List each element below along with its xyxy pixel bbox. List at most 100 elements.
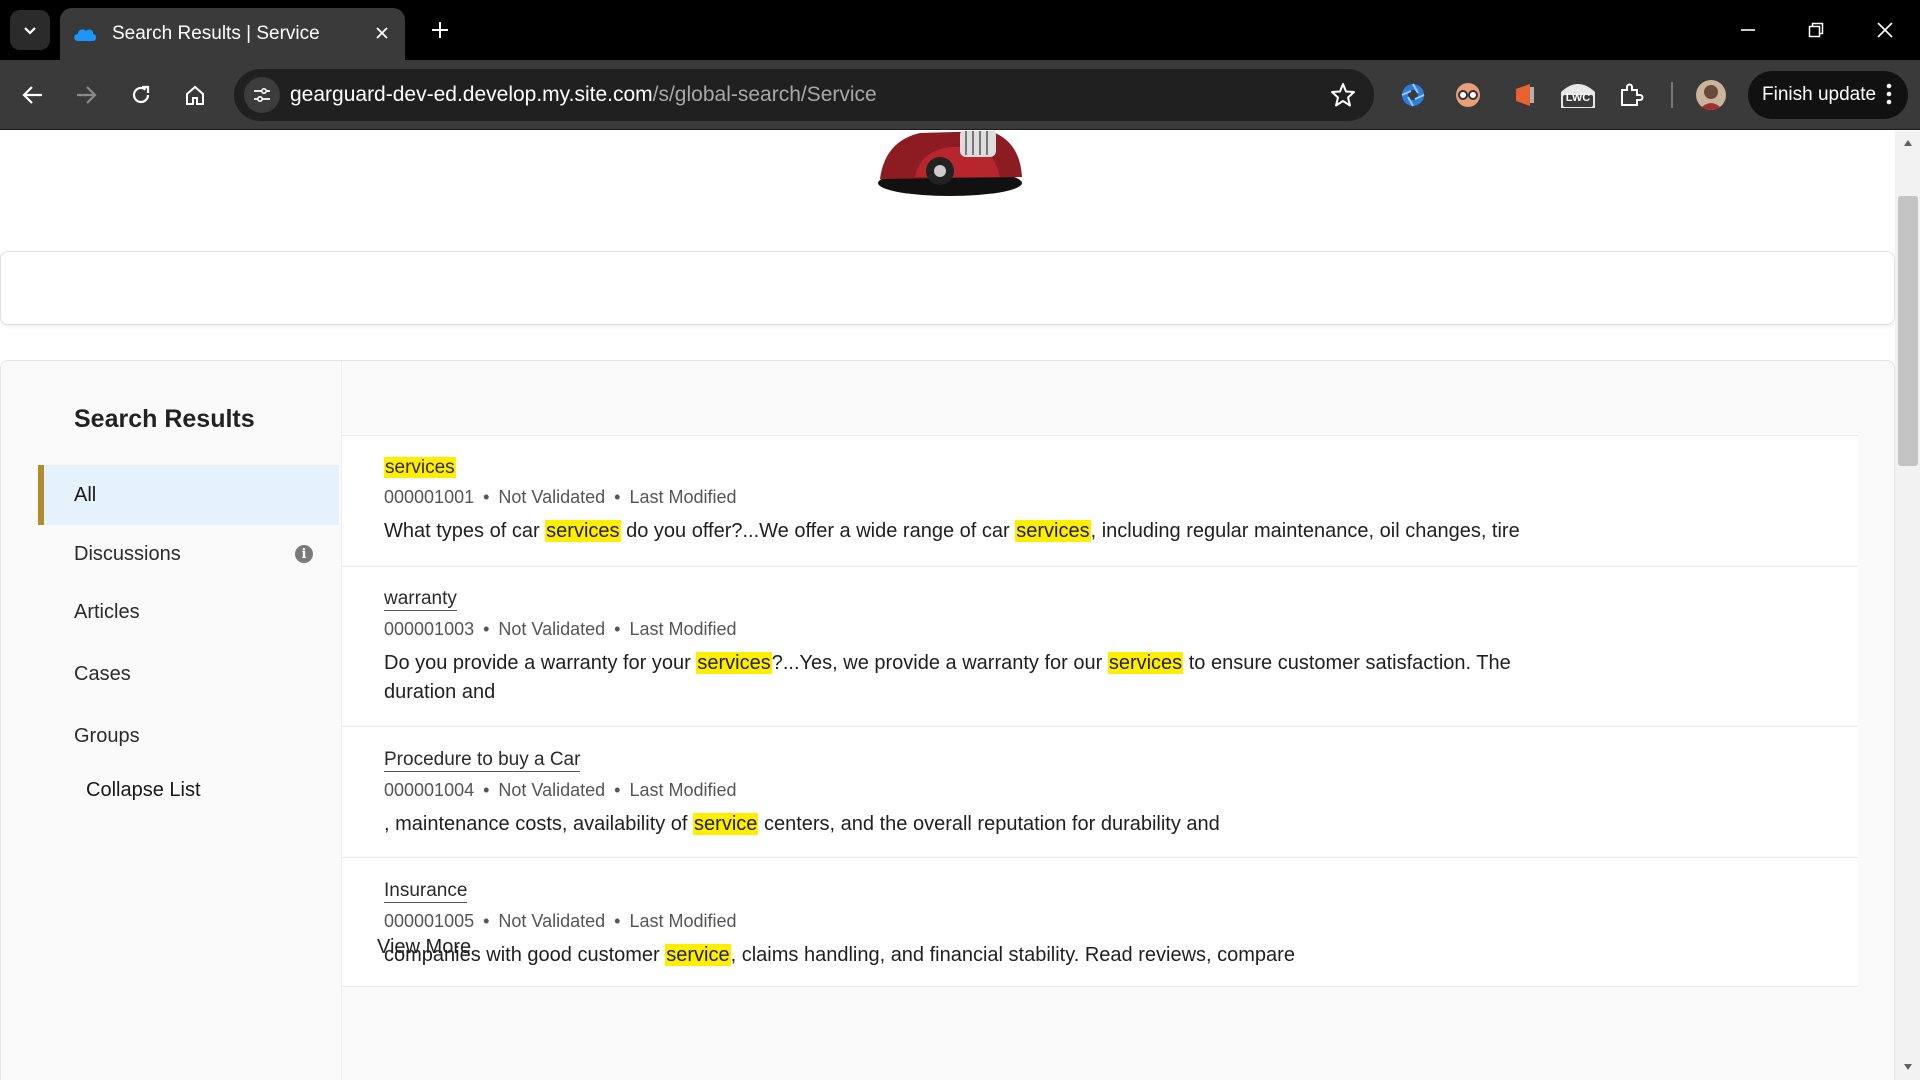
last-modified: Last Modified: [629, 780, 737, 800]
nav-item-label: Articles: [74, 600, 140, 623]
extension-aperture-icon[interactable]: [1395, 77, 1431, 113]
result-title-link[interactable]: Insurance: [384, 880, 468, 903]
tab-close-button[interactable]: [371, 22, 393, 44]
tab-search-menu-button[interactable]: [10, 10, 50, 50]
snippet-text: , claims handling, and financial stabili…: [730, 944, 1295, 966]
meta-separator: •: [483, 780, 490, 800]
extension-lwc-icon[interactable]: LWC: [1557, 77, 1599, 113]
meta-separator: •: [614, 780, 621, 800]
snippet-text: ?...Yes, we provide a warranty for our: [771, 652, 1108, 674]
restore-button[interactable]: [1793, 10, 1839, 50]
result-title-link[interactable]: Procedure to buy a Car: [384, 749, 581, 772]
meta-separator: •: [483, 619, 490, 639]
nav-item-label: Groups: [74, 724, 140, 747]
result-title-link[interactable]: services: [384, 457, 456, 479]
reload-icon: [132, 85, 150, 104]
minimize-button[interactable]: [1725, 10, 1771, 50]
minimize-icon: [1741, 29, 1755, 31]
arrow-right-icon: [77, 86, 97, 104]
site-logo-car[interactable]: [860, 131, 1040, 197]
last-modified: Last Modified: [629, 911, 737, 931]
last-modified: Last Modified: [629, 487, 737, 507]
lwc-label: LWC: [1565, 92, 1591, 104]
nav-item-label: Discussions: [74, 542, 181, 565]
browser-tab-bar: Search Results | Service: [0, 0, 1920, 60]
url-text: gearguard-dev-ed.develop.my.site.com/s/g…: [290, 83, 877, 107]
triangle-down-icon: [1904, 1064, 1912, 1070]
salesforce-cloud-icon: [74, 29, 96, 41]
extension-glasses-icon[interactable]: [1450, 77, 1486, 113]
reload-button[interactable]: [121, 75, 161, 115]
article-number: 000001004: [384, 780, 475, 800]
close-icon: [1877, 22, 1893, 38]
home-button[interactable]: [175, 75, 215, 115]
result-snippet: , maintenance costs, availability of ser…: [384, 810, 1584, 839]
site-info-button[interactable]: [244, 77, 280, 113]
close-icon: [376, 27, 388, 39]
search-results-panel: Search Results All Discussions i Article…: [0, 360, 1895, 1080]
browser-tab-active[interactable]: Search Results | Service: [60, 8, 405, 60]
last-modified: Last Modified: [629, 619, 737, 639]
forward-button[interactable]: [66, 75, 106, 115]
back-button[interactable]: [13, 75, 53, 115]
result-item: warranty 000001003 • Not Validated • Last Mo…: [342, 566, 1858, 725]
restore-icon: [1808, 22, 1824, 38]
home-icon: [186, 85, 204, 105]
nav-item-all[interactable]: All: [38, 465, 339, 525]
nav-item-groups[interactable]: Groups: [38, 706, 339, 766]
scroll-up-arrow[interactable]: [1898, 134, 1918, 152]
result-snippet: Do you provide a warranty for your servi…: [384, 649, 1584, 707]
nav-item-discussions[interactable]: Discussions i: [38, 524, 339, 584]
address-bar[interactable]: gearguard-dev-ed.develop.my.site.com/s/g…: [234, 69, 1374, 121]
article-number: 000001001: [384, 487, 475, 507]
browser-toolbar: gearguard-dev-ed.develop.my.site.com/s/g…: [0, 60, 1920, 130]
result-snippet: companies with good customer service, cl…: [384, 941, 1584, 970]
nav-item-articles[interactable]: Articles: [38, 582, 339, 642]
finish-update-label: Finish update: [1762, 84, 1877, 105]
url-host: gearguard-dev-ed.develop.my.site.com: [290, 83, 653, 106]
info-icon[interactable]: i: [295, 545, 313, 563]
scroll-down-arrow[interactable]: [1898, 1058, 1918, 1076]
search-highlight: services: [545, 520, 621, 542]
extension-orange-icon[interactable]: [1506, 77, 1542, 113]
nav-item-label: All: [74, 483, 97, 506]
snippet-text: , maintenance costs, availability of: [384, 813, 694, 835]
meta-separator: •: [614, 487, 621, 507]
nav-item-cases[interactable]: Cases: [38, 644, 339, 704]
search-highlight: services: [696, 652, 772, 674]
result-title-highlight: services: [384, 457, 456, 478]
results-list: services 000001001 • Not Validated • Last Mo…: [341, 361, 1858, 1080]
bookmark-star-icon[interactable]: [1330, 82, 1356, 108]
page-content: Search Results All Discussions i Article…: [0, 131, 1895, 1080]
results-filter-nav: Search Results All Discussions i Article…: [1, 361, 339, 1080]
article-number: 000001003: [384, 619, 475, 639]
search-bar-container: [0, 251, 1895, 325]
result-meta: 000001004 • Not Validated • Last Modified: [384, 780, 1858, 801]
extensions-puzzle-icon[interactable]: [1613, 77, 1649, 113]
plus-icon: [432, 22, 448, 38]
view-more-button[interactable]: View More: [377, 936, 471, 959]
arrow-left-icon: [22, 86, 42, 104]
collapse-list-button[interactable]: Collapse List: [86, 779, 201, 802]
snippet-text: Do you provide a warranty for your: [384, 652, 697, 674]
meta-separator: •: [614, 911, 621, 931]
search-highlight: services: [1015, 520, 1091, 542]
chevron-down-icon: [24, 27, 36, 35]
profile-avatar[interactable]: [1696, 80, 1726, 110]
toolbar-separator: [1671, 82, 1673, 108]
result-meta: 000001001 • Not Validated • Last Modified: [384, 487, 1858, 508]
search-highlight: service: [665, 944, 731, 966]
validation-status: Not Validated: [498, 487, 606, 507]
more-vertical-icon: [1886, 83, 1892, 105]
triangle-up-icon: [1904, 140, 1912, 146]
search-highlight: service: [693, 813, 759, 835]
finish-update-button[interactable]: Finish update: [1748, 71, 1908, 119]
new-tab-button[interactable]: [424, 14, 456, 46]
result-meta: 000001005 • Not Validated • Last Modified: [384, 911, 1858, 932]
result-title-link[interactable]: warranty: [384, 588, 457, 611]
scrollbar-thumb[interactable]: [1898, 196, 1918, 466]
close-window-button[interactable]: [1862, 10, 1908, 50]
url-path: /s/global-search/Service: [652, 83, 877, 106]
result-item: services 000001001 • Not Validated • Last Mo…: [342, 435, 1858, 565]
snippet-text: centers, and the overall reputation for …: [758, 813, 1220, 835]
